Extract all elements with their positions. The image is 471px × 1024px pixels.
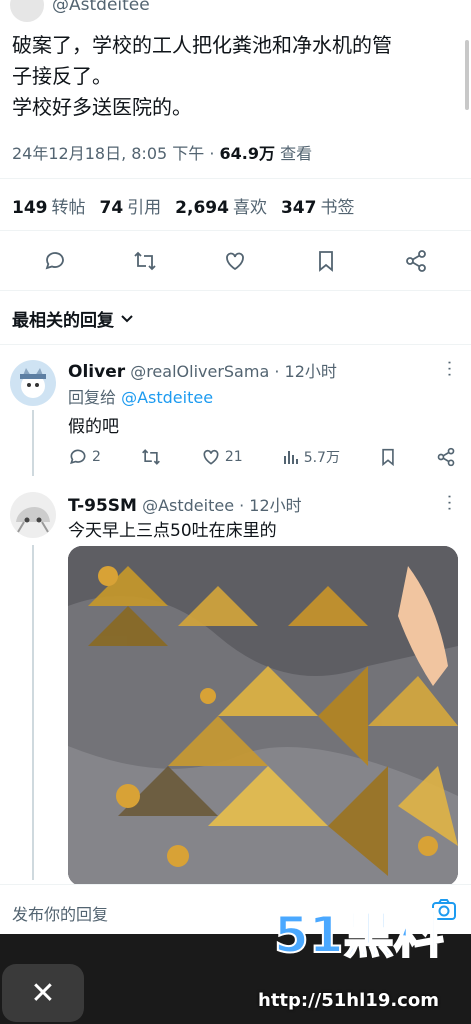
like-button[interactable]: [218, 244, 252, 278]
views-button[interactable]: 5.7万: [282, 447, 340, 467]
reply-author-name[interactable]: Oliver: [68, 362, 125, 382]
reply-author-name[interactable]: T-95SM: [68, 496, 137, 516]
post-text-line: 学校好多送医院的。: [12, 95, 192, 119]
bookmark-button[interactable]: [309, 244, 343, 278]
reply-text: 假的吧: [68, 417, 119, 437]
stat-reposts[interactable]: 149 转帖: [12, 193, 86, 218]
view-label: 查看: [275, 144, 313, 163]
author-handle[interactable]: @Astdeitee: [52, 0, 150, 15]
sort-label: 最相关的回复: [12, 311, 114, 331]
stat-bookmarks[interactable]: 347 书签: [281, 193, 355, 218]
share-icon: [437, 447, 455, 467]
bookmark-icon: [382, 448, 394, 467]
reply-button[interactable]: [38, 244, 72, 278]
post-timestamp: 24年12月18日, 8:05 下午 ·: [12, 144, 220, 163]
thread-line: [32, 545, 34, 880]
view-count: 5.7万: [303, 450, 340, 466]
reply-author-handle[interactable]: @realOliverSama: [130, 362, 269, 381]
reply-count: 2: [92, 449, 101, 465]
like-count: 21: [224, 449, 243, 465]
avatar[interactable]: [10, 360, 56, 406]
divider: [0, 290, 471, 291]
post-meta: 24年12月18日, 8:05 下午 · 64.9万 查看: [12, 140, 312, 164]
reply-text: 今天早上三点50吐在床里的: [68, 521, 277, 541]
watermark-text: 51黑料: [274, 906, 444, 964]
more-options-icon[interactable]: ···: [440, 360, 459, 378]
reply-media-image[interactable]: [68, 546, 458, 886]
thread-line: [32, 410, 34, 476]
avatar[interactable]: [10, 492, 56, 538]
scrollbar[interactable]: [465, 40, 469, 110]
close-button[interactable]: ✕: [2, 964, 84, 1022]
divider: [0, 344, 471, 345]
watermark-logo: 51黑料: [273, 905, 445, 965]
more-options-icon[interactable]: ···: [440, 494, 459, 512]
reply-icon: [45, 252, 64, 270]
share-button[interactable]: [399, 244, 433, 278]
post-body: 破案了，学校的工人把化粪池和净水机的管 子接反了。 学校好多送医院的。: [12, 30, 452, 123]
divider: [0, 230, 471, 231]
bar-chart-icon: [283, 451, 298, 464]
reply-author-handle[interactable]: @Astdeitee: [142, 496, 234, 515]
post-text-line: 子接反了。: [12, 64, 112, 88]
post-author[interactable]: @Astdeitee: [10, 0, 150, 22]
reply-time: · 12小时: [234, 496, 302, 515]
stat-quotes[interactable]: 74 引用: [100, 193, 162, 218]
repost-icon: [134, 251, 156, 271]
reply-actions: 2 21 5.7万: [68, 447, 456, 467]
repost-button[interactable]: [128, 244, 162, 278]
reply-button[interactable]: 2: [68, 447, 101, 467]
bookmark-button[interactable]: [379, 447, 397, 467]
reply-to-link[interactable]: @Astdeitee: [121, 388, 213, 407]
post-text-line: 破案了，学校的工人把化粪池和净水机的管: [12, 33, 392, 57]
heart-icon: [226, 252, 245, 271]
reply-icon: [70, 449, 86, 465]
divider: [0, 178, 471, 179]
repost-button[interactable]: [140, 447, 162, 467]
mosaic-photo: [68, 546, 458, 886]
reply-to-label: 回复给: [68, 388, 122, 407]
reply-input-placeholder[interactable]: 发布你的回复: [12, 901, 108, 925]
share-button[interactable]: [436, 447, 456, 467]
reply-sort-dropdown[interactable]: 最相关的回复: [12, 306, 134, 331]
share-icon: [405, 250, 426, 272]
stat-likes[interactable]: 2,694 喜欢: [175, 193, 267, 218]
chevron-down-icon: [121, 314, 133, 322]
heart-icon: [203, 449, 219, 465]
avatar[interactable]: [10, 0, 44, 22]
reply-time: · 12小时: [269, 362, 337, 381]
like-button[interactable]: 21: [201, 447, 243, 467]
repost-icon: [141, 449, 160, 465]
site-url: http://51hl19.com: [258, 990, 439, 1011]
post-actions: [0, 243, 471, 279]
bookmark-icon: [318, 251, 333, 272]
post-stats: 149 转帖 74 引用 2,694 喜欢 347 书签: [12, 193, 354, 218]
view-count: 64.9万: [219, 144, 276, 163]
